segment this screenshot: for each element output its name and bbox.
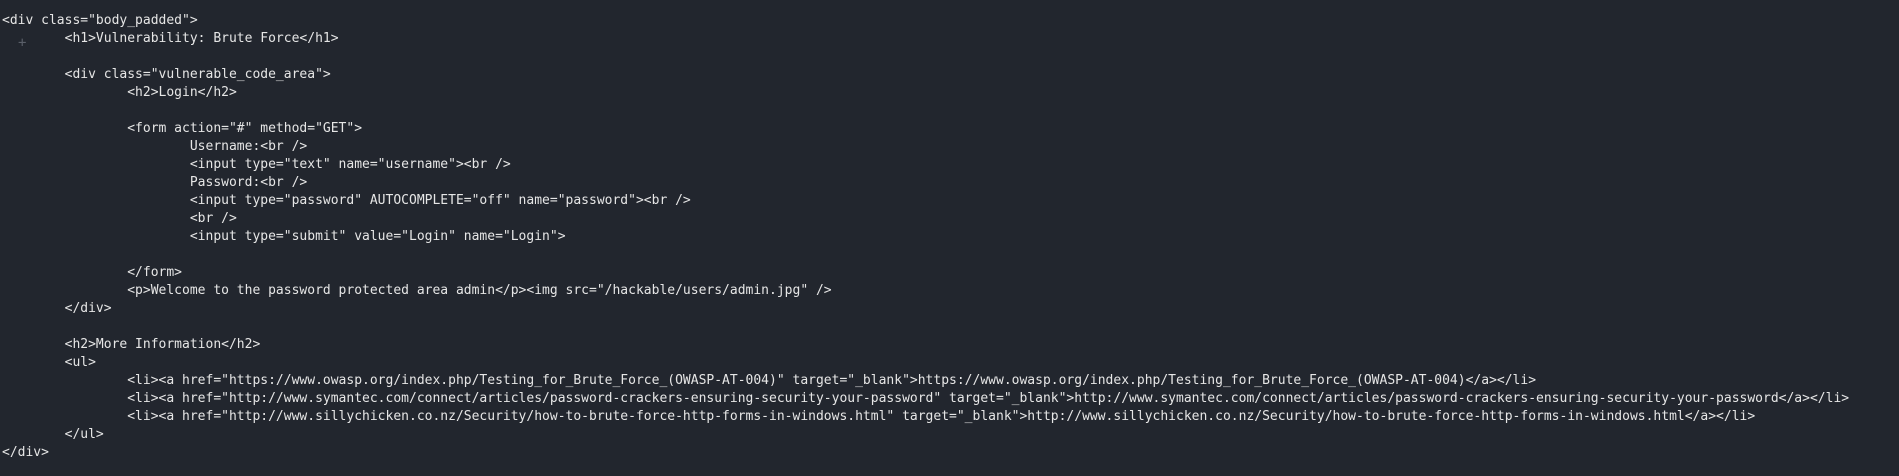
- code-line: <div class="vulnerable_code_area">: [2, 67, 331, 82]
- code-line: <form action="#" method="GET">: [2, 121, 363, 136]
- code-line: Password:<br />: [2, 175, 308, 190]
- code-line: </form>: [2, 265, 183, 280]
- code-line: </div>: [2, 445, 49, 460]
- code-line: <div class="body_padded">: [2, 13, 198, 28]
- code-line: </div>: [2, 301, 112, 316]
- code-line: <li><a href="https://www.owasp.org/index…: [2, 373, 1537, 388]
- code-line: <p>Welcome to the password protected are…: [2, 283, 832, 298]
- source-viewer: + <div class="body_padded"> <h1>Vulnerab…: [0, 0, 1899, 476]
- code-line: </ul>: [2, 427, 104, 442]
- code-line: <h2>Login</h2>: [2, 85, 237, 100]
- code-line: <ul>: [2, 355, 96, 370]
- code-line: <br />: [2, 211, 237, 226]
- code-line: <input type="text" name="username"><br /…: [2, 157, 511, 172]
- code-line: <h2>More Information</h2>: [2, 337, 261, 352]
- code-line: Username:<br />: [2, 139, 308, 154]
- code-line: <li><a href="http://www.symantec.com/con…: [2, 391, 1850, 406]
- code-line: <input type="submit" value="Login" name=…: [2, 229, 566, 244]
- code-line: <li><a href="http://www.sillychicken.co.…: [2, 409, 1756, 424]
- code-line: <h1>Vulnerability: Brute Force</h1>: [2, 31, 339, 46]
- code-line: <input type="password" AUTOCOMPLETE="off…: [2, 193, 691, 208]
- plus-icon: +: [18, 35, 27, 51]
